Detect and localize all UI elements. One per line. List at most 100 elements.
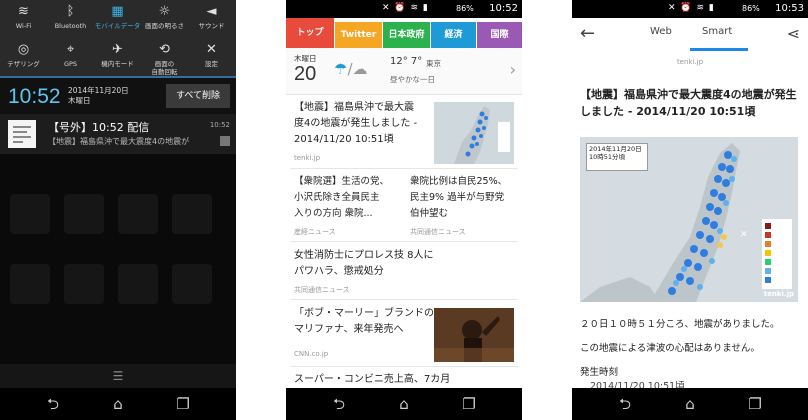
back-icon[interactable]: ⮌ <box>610 394 640 414</box>
shade-header: 10:52 2014年11月20日 木曜日 すべて削除 <box>0 76 236 116</box>
news-headline[interactable]: 【衆院選】生活の党、 小沢氏除き全員民主 入りの方向 衆院... <box>294 174 402 222</box>
quick-setting-label: 機内モード <box>101 60 134 68</box>
article-body-line: 発生時刻 <box>580 367 619 378</box>
news-headline[interactable]: 【地震】福島県沖で最大震 度4の地震が発生しました - 2014/11/20 1… <box>294 100 434 148</box>
notification-small-icon <box>220 136 230 146</box>
gps-icon: ⌖ <box>66 42 75 57</box>
quick-setting-wifi[interactable]: ≋ Wi-Fi <box>0 0 47 38</box>
quick-setting-auto-rotate[interactable]: ⟲ 画面の 自動回転 <box>141 38 188 76</box>
quick-setting-label: 設定 <box>205 60 218 68</box>
nav-bar: ⮌ ⌂ ❐ <box>286 388 522 420</box>
nav-bar: ⮌ ⌂ ❐ <box>0 388 236 420</box>
share-icon[interactable]: ⋖ <box>787 24 800 43</box>
notification-title: 【号外】10:52 配信 <box>48 121 150 134</box>
quick-setting-brightness[interactable]: ☼ 画面の明るさ <box>141 0 188 38</box>
status-icons: ✕ ⏰ ≋ ▮ <box>668 3 715 13</box>
weekday-text: 木曜日 <box>68 96 91 105</box>
rain-cloud-icon: ☂/☁ <box>334 60 368 78</box>
news-headline[interactable]: スーパー・コンビニ売上高、7カ月 <box>294 372 514 388</box>
quick-setting-bluetooth[interactable]: ᛒ Bluetooth <box>47 0 94 38</box>
earthquake-map-thumbnail[interactable] <box>434 102 514 164</box>
phone-notification-shade: ≋ Wi-Fi ᛒ Bluetooth ▦ モバイルデータ ☼ 画面の明るさ ◄ サウンド ◎ テザリ… <box>0 0 236 420</box>
article-body-line: ２０日１０時５１分ころ、地震がありました。 <box>580 319 780 330</box>
tab-international[interactable]: 国際 <box>477 22 522 48</box>
quick-setting-label: 画面の明るさ <box>145 22 184 30</box>
news-photo-thumbnail[interactable] <box>434 308 514 362</box>
news-source: tenki.jp <box>294 154 321 162</box>
shade-clock: 10:52 <box>8 85 61 108</box>
quick-setting-label: サウンド <box>198 22 225 30</box>
date-text: 2014年11月20日 <box>68 86 129 95</box>
sound-icon: ◄ <box>206 4 217 19</box>
battery-level: 86% <box>742 4 760 13</box>
quick-setting-label: Bluetooth <box>54 22 87 30</box>
weather-description: 昼やかな一日 <box>390 75 435 84</box>
quick-setting-settings[interactable]: ✕ 設定 <box>188 38 235 76</box>
quick-setting-mobile-data[interactable]: ▦ モバイルデータ <box>94 0 141 38</box>
tab-smart[interactable]: Smart <box>702 26 732 37</box>
divider <box>290 168 518 169</box>
recents-icon[interactable]: ❐ <box>740 394 770 414</box>
svg-text:✕: ✕ <box>740 230 748 240</box>
status-time: 10:53 <box>775 3 804 14</box>
weather-widget[interactable]: 木曜日 20 ☂/☁ 12° 7° 東京 昼やかな一日 › <box>286 48 522 95</box>
notification-item[interactable]: 【号外】10:52 配信 10:52 【地震】福島県沖で最大震度4の地震が <box>0 114 236 154</box>
brightness-icon: ☼ <box>158 4 171 19</box>
home-icon[interactable]: ⌂ <box>103 394 133 414</box>
tab-web[interactable]: Web <box>650 26 672 37</box>
clear-all-button[interactable]: すべて削除 <box>166 84 230 108</box>
recents-icon[interactable]: ❐ <box>454 394 484 414</box>
settings-icon: ✕ <box>206 42 217 57</box>
status-icons: ✕ ⏰ ≋ ▮ <box>382 3 429 13</box>
notification-time: 10:52 <box>209 121 230 129</box>
auto-rotate-icon: ⟲ <box>159 42 170 57</box>
article-body-line: この地震による津波の心配はありません。 <box>580 343 760 354</box>
map-credit: tenki.jp <box>763 290 794 298</box>
quick-setting-label: モバイルデータ <box>94 22 141 30</box>
status-time: 10:52 <box>489 3 518 14</box>
shade-drag-handle[interactable]: ☰ <box>0 364 236 388</box>
news-headline[interactable]: 「ボブ・マーリー」ブランドの マリファナ、来年発売へ <box>294 306 444 338</box>
quick-setting-tethering[interactable]: ◎ テザリング <box>0 38 47 76</box>
quick-setting-gps[interactable]: ⌖ GPS <box>47 38 94 76</box>
article-app-bar: ← Web Smart ⋖ <box>572 18 808 52</box>
news-app-icon <box>8 120 36 148</box>
quick-setting-airplane[interactable]: ✈ 機内モード <box>94 38 141 76</box>
wifi-icon: ≋ <box>18 4 29 19</box>
home-icon[interactable]: ⌂ <box>675 394 705 414</box>
active-tab-indicator <box>690 48 748 51</box>
tab-top[interactable]: トップ <box>286 18 334 48</box>
shade-date: 2014年11月20日 木曜日 <box>68 86 129 106</box>
tab-government[interactable]: 日本政府 <box>383 22 430 48</box>
news-headline[interactable]: 衆院比例は自民25%、 民主9% 過半が与野党 伯仲望む <box>410 174 518 222</box>
quick-setting-label: Wi-Fi <box>15 22 32 30</box>
phone-news-app: ✕ ⏰ ≋ ▮ 86% 10:52 トップ Twitter 日本政府 経済 国際… <box>286 0 522 420</box>
notification-text: 【地震】福島県沖で最大震度4の地震が <box>48 137 190 146</box>
airplane-icon: ✈ <box>112 42 123 57</box>
quick-settings-panel: ≋ Wi-Fi ᛒ Bluetooth ▦ モバイルデータ ☼ 画面の明るさ ◄ サウンド ◎ テザリ… <box>0 0 236 76</box>
news-source: 産経ニュース <box>294 228 336 236</box>
back-icon[interactable]: ⮌ <box>324 394 354 414</box>
bluetooth-icon: ᛒ <box>66 4 75 19</box>
tab-economy[interactable]: 経済 <box>431 22 476 48</box>
news-headline[interactable]: 女性消防士にプロレス技 8人に パワハラ、懲戒処分 <box>294 248 514 280</box>
divider <box>290 366 518 367</box>
map-header: 2014年11月20日 10時51分頃 <box>586 143 648 171</box>
back-arrow-icon[interactable]: ← <box>580 23 595 44</box>
phone-article-view: ✕ ⏰ ≋ ▮ 86% 10:53 ← Web Smart ⋖ tenki.jp… <box>572 0 808 420</box>
tab-twitter[interactable]: Twitter <box>335 22 382 48</box>
back-icon[interactable]: ⮌ <box>38 394 68 414</box>
weather-temperature: 12° 7° <box>390 56 423 67</box>
weather-city: 東京 <box>426 59 441 68</box>
recents-icon[interactable]: ❐ <box>168 394 198 414</box>
status-bar: ✕ ⏰ ≋ ▮ 86% 10:52 <box>286 0 522 18</box>
dimmed-home-screen <box>0 154 236 364</box>
news-source: 共同通信ニュース <box>294 286 350 294</box>
article-site: tenki.jp <box>676 58 704 66</box>
quick-setting-label: テザリング <box>7 60 40 68</box>
tethering-icon: ◎ <box>17 42 30 57</box>
home-icon[interactable]: ⌂ <box>389 394 419 414</box>
quick-setting-sound[interactable]: ◄ サウンド <box>188 0 235 38</box>
quick-setting-label: GPS <box>63 60 78 68</box>
weather-date: 20 <box>294 63 317 85</box>
